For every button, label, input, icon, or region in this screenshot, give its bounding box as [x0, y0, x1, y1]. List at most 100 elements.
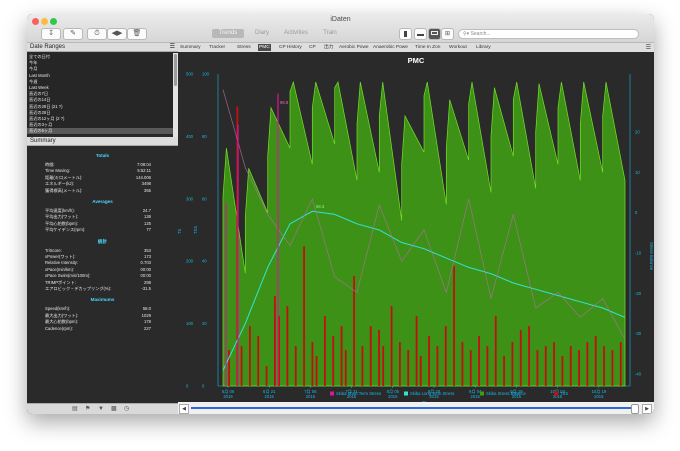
- tab-menu-icon[interactable]: ☰: [646, 44, 651, 51]
- tab-stress[interactable]: Stress: [237, 44, 251, 51]
- summary-value: 298: [144, 279, 151, 285]
- search-input[interactable]: ⚲▾ Search...: [458, 29, 639, 39]
- tss-bar: [303, 246, 305, 386]
- filter-icon[interactable]: ▼: [98, 405, 104, 414]
- summary-label: 平均ケイデンス(rpm):: [45, 227, 86, 233]
- scroll-right-button[interactable]: ▶: [642, 404, 652, 414]
- tab-library[interactable]: Library: [476, 44, 491, 51]
- tab-aerobic-powe[interactable]: Aerobic Powe: [339, 44, 369, 51]
- stopwatch-button[interactable]: ⏱: [87, 28, 107, 40]
- date-range-item[interactable]: 直近の6ヶ月: [27, 128, 173, 135]
- tss-bar: [586, 342, 589, 386]
- y-tick-label: 300: [186, 196, 194, 201]
- tss-bar: [332, 336, 335, 386]
- scroll-left-button[interactable]: ◀: [179, 404, 189, 414]
- summary-label: 獲得標高(メートル):: [45, 187, 83, 193]
- tss-bar: [536, 350, 539, 386]
- tiles-layout-button[interactable]: ⊞: [441, 28, 454, 40]
- y-tick-label: 40: [202, 259, 207, 264]
- tab-pmc[interactable]: PMC: [258, 44, 271, 51]
- summary-label: Cadence(rpm):: [45, 325, 73, 331]
- clock-icon[interactable]: ◷: [124, 405, 129, 414]
- date-range-item[interactable]: 直近の28日 (21 ?): [29, 104, 63, 110]
- tss-bar: [257, 336, 260, 386]
- tabs-layout-button[interactable]: [428, 28, 441, 40]
- summary-label: 時間:: [45, 162, 55, 167]
- chart-horizontal-scrollbar[interactable]: ◀ ▶: [178, 402, 654, 414]
- tss-bar: [511, 342, 514, 386]
- trash-button[interactable]: 🗑: [127, 28, 147, 40]
- date-range-item[interactable]: 直近の14日: [29, 97, 50, 103]
- segment-activities[interactable]: Activities: [280, 29, 312, 38]
- scroll-thumb[interactable]: [631, 404, 639, 414]
- tss-bar: [399, 342, 401, 386]
- y-right-tick-label: -20: [635, 291, 642, 296]
- segment-train[interactable]: Train: [314, 29, 346, 38]
- x-tick-label: 2015: [471, 394, 481, 399]
- summary-label: TriScore:: [45, 247, 62, 253]
- download-button[interactable]: ↧: [41, 28, 61, 40]
- summary-value: 125: [144, 220, 151, 226]
- summary-label: Relative Intensity:: [45, 260, 79, 266]
- legend-label: Skiba Long Term Stress: [410, 391, 454, 396]
- window-title: iDaten: [330, 16, 351, 23]
- sidebar-toggle-button[interactable]: [399, 28, 412, 40]
- y-tick-label: 100: [186, 321, 194, 326]
- date-range-item[interactable]: Last Month: [29, 73, 50, 78]
- split-button[interactable]: ◀▶: [107, 28, 127, 40]
- segment-diary[interactable]: Diary: [246, 29, 278, 38]
- tab-workout[interactable]: Workout: [449, 44, 467, 51]
- legend-label: TSS: [560, 391, 568, 396]
- summary-label: 平均出力(ワット):: [45, 214, 79, 220]
- tss-bar: [569, 346, 572, 386]
- tab-cp-history[interactable]: CP History: [279, 44, 302, 51]
- y-right-tick-label: -30: [635, 331, 642, 336]
- legend-label: Skiba Short Term Stress: [336, 391, 381, 396]
- scroll-track[interactable]: [191, 407, 635, 409]
- tss-bar: [286, 306, 289, 386]
- tss-bar: [353, 276, 355, 386]
- x-tick-label: 2015: [594, 394, 604, 399]
- tss-bar: [415, 316, 418, 386]
- tab-cp[interactable]: CP: [309, 44, 316, 51]
- compose-button[interactable]: ✎: [63, 28, 83, 40]
- date-range-item[interactable]: Last Week: [29, 85, 49, 90]
- sidebar-icon: [404, 31, 407, 37]
- summary-label: エネルギー(kJ):: [45, 181, 75, 187]
- bottom-panel-button[interactable]: [414, 28, 427, 40]
- summary-value: 77: [146, 227, 151, 233]
- tss-bar: [315, 356, 318, 386]
- y-tick-label: 400: [186, 134, 194, 139]
- tab-tracker[interactable]: Tracker: [209, 44, 225, 51]
- bookmark-icon[interactable]: ⚑: [85, 405, 90, 414]
- date-range-item[interactable]: 直近の28日: [29, 110, 50, 116]
- tab-出力[interactable]: 出力: [324, 44, 334, 51]
- segment-trends[interactable]: Trends: [212, 29, 244, 38]
- tss-bar: [428, 336, 430, 386]
- summary-section-title: Maximums: [90, 297, 115, 303]
- summary-label: xPace(min/km):: [45, 266, 75, 272]
- app-window: iDaten ↧ ✎ ⏱ ◀▶ 🗑 Trends Diary Activitie…: [27, 14, 654, 414]
- y-tick-label: 0: [202, 384, 205, 389]
- summary-value: 144.006: [135, 174, 151, 180]
- date-range-item[interactable]: 今月: [29, 66, 37, 72]
- tab-time-in-zon[interactable]: Time In Zon: [415, 44, 440, 51]
- tabs-icon: [431, 31, 438, 35]
- y-axis-label: TSS: [193, 226, 198, 234]
- tab-anaerobic-powe[interactable]: Anaerobic Powe: [373, 44, 408, 51]
- date-ranges-list: 全ての日付 今年 今月 Last Month 今週 Last Week 直近の7日 直近の14…: [27, 53, 173, 135]
- date-ranges-scroll-thumb[interactable]: [174, 54, 177, 86]
- summary-value: -31.5: [141, 286, 151, 291]
- y-right-tick-label: -40: [635, 372, 642, 377]
- y-right-tick-label: 20: [635, 130, 640, 135]
- search-icon: ⚲▾: [463, 31, 471, 37]
- calendar-icon[interactable]: ▤: [72, 405, 78, 414]
- tab-summary[interactable]: Summary: [180, 44, 201, 51]
- chart-icon[interactable]: ▩: [111, 405, 117, 414]
- menu-icon[interactable]: ☰: [170, 43, 175, 52]
- summary-value: 00:00: [140, 266, 151, 272]
- date-range-item[interactable]: 今週: [29, 79, 37, 85]
- summary-panel: Totals 時間: 7:08:04 Time Moving: 5:52:11 距離(キロ…: [27, 147, 178, 404]
- tss-bar: [240, 346, 243, 386]
- stress-balance-area: [222, 80, 626, 387]
